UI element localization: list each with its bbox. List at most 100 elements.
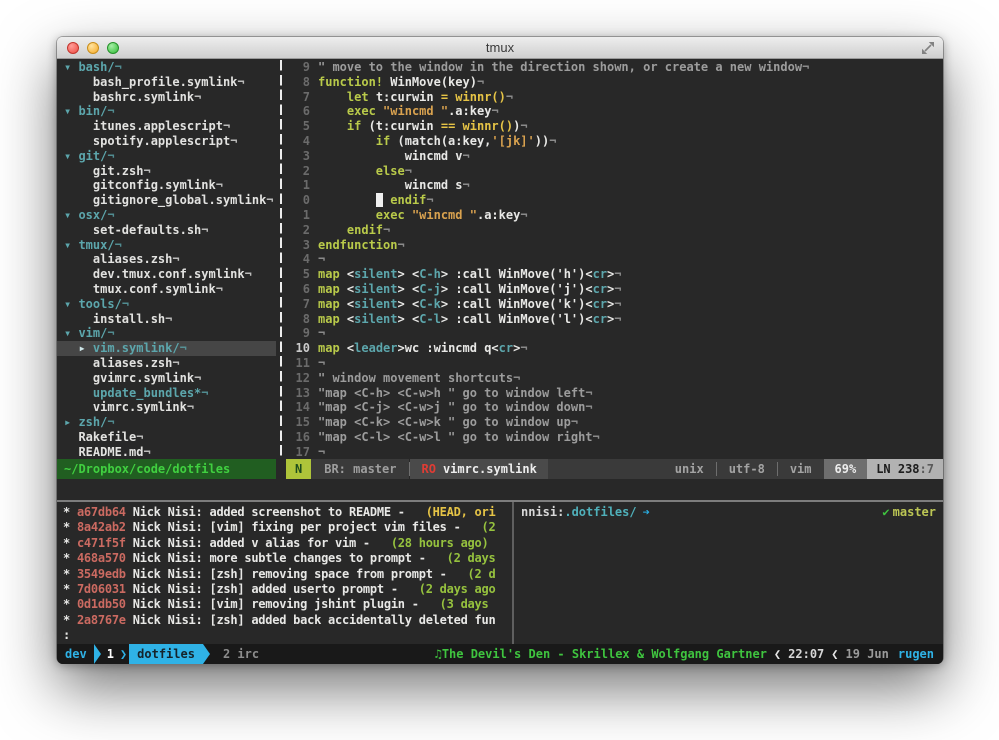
resize-icon[interactable] bbox=[921, 40, 935, 54]
close-button[interactable] bbox=[67, 42, 79, 54]
editor-line[interactable]: 4 if (match(a:key,'[jk]'))¬ bbox=[286, 134, 943, 149]
zoom-button[interactable] bbox=[107, 42, 119, 54]
indent bbox=[64, 193, 93, 207]
editor-line[interactable]: 9" move to the window in the direction s… bbox=[286, 60, 943, 75]
tree-item-file[interactable]: Rakefile¬ bbox=[57, 430, 276, 445]
editor-line[interactable]: 12" window movement shortcuts¬ bbox=[286, 371, 943, 386]
tmux-status-right: ♫The Devil's Den - Skrillex & Wolfgang G… bbox=[435, 647, 943, 661]
tree-item-file[interactable]: bashrc.symlink¬ bbox=[57, 90, 276, 105]
git-log-segment: (2 bbox=[482, 520, 496, 534]
vertical-split-separator[interactable] bbox=[276, 59, 286, 459]
git-log-segment: (3 days bbox=[440, 597, 489, 611]
tmux-window-active[interactable]: dotfiles bbox=[129, 644, 203, 664]
indent bbox=[64, 119, 93, 133]
tree-item-folder[interactable]: ▸ vim.symlink/¬ bbox=[57, 341, 276, 356]
tree-item-folder[interactable]: ▾ osx/¬ bbox=[57, 208, 276, 223]
eol-marker: ¬ bbox=[194, 90, 201, 104]
tree-item-folder[interactable]: ▾ bin/¬ bbox=[57, 104, 276, 119]
tree-item-file[interactable]: dev.tmux.conf.symlink¬ bbox=[57, 267, 276, 282]
code-segment: silent bbox=[354, 297, 397, 311]
tree-item-folder[interactable]: ▾ tmux/¬ bbox=[57, 238, 276, 253]
editor-line[interactable]: 7map <silent> <C-k> :call WinMove('k')<c… bbox=[286, 297, 943, 312]
editor-pane[interactable]: 9" move to the window in the direction s… bbox=[286, 59, 943, 459]
editor-line[interactable]: 9¬ bbox=[286, 326, 943, 341]
indent bbox=[64, 400, 93, 414]
editor-line[interactable]: 5 if (t:curwin == winnr())¬ bbox=[286, 119, 943, 134]
tree-item-file[interactable]: spotify.applescript¬ bbox=[57, 134, 276, 149]
editor-line[interactable]: 13"map <C-h> <C-w>h " go to window left¬ bbox=[286, 386, 943, 401]
editor-line[interactable]: 14"map <C-j> <C-w>j " go to window down¬ bbox=[286, 400, 943, 415]
tree-item-file[interactable]: bash_profile.symlink¬ bbox=[57, 75, 276, 90]
editor-line[interactable]: 6 exec "wincmd ".a:key¬ bbox=[286, 104, 943, 119]
tmux-window-inactive[interactable]: 2 irc bbox=[223, 647, 259, 661]
code-segment: < bbox=[340, 267, 354, 281]
editor-line[interactable]: 17¬ bbox=[286, 445, 943, 459]
git-log-segment: * bbox=[63, 582, 77, 596]
tree-item-file[interactable]: gvimrc.symlink¬ bbox=[57, 371, 276, 386]
code-segment: '[jk]' bbox=[491, 134, 534, 148]
editor-line[interactable]: 2 endif¬ bbox=[286, 223, 943, 238]
tree-item-folder[interactable]: ▾ tools/¬ bbox=[57, 297, 276, 312]
minimize-button[interactable] bbox=[87, 42, 99, 54]
editor-line[interactable]: 10map <leader>wc :wincmd q<cr>¬ bbox=[286, 341, 943, 356]
current-filename: vimrc.symlink bbox=[443, 462, 537, 476]
editor-line[interactable]: 5map <silent> <C-h> :call WinMove('h')<c… bbox=[286, 267, 943, 282]
editor-line[interactable]: 1 exec "wincmd ".a:key¬ bbox=[286, 208, 943, 223]
tree-item-file[interactable]: git.zsh¬ bbox=[57, 164, 276, 179]
editor-line[interactable]: 3 wincmd v¬ bbox=[286, 149, 943, 164]
editor-line[interactable]: 4¬ bbox=[286, 252, 943, 267]
tree-item-file[interactable]: gitconfig.symlink¬ bbox=[57, 178, 276, 193]
editor-line[interactable]: 11¬ bbox=[286, 356, 943, 371]
editor-line[interactable]: 7 let t:curwin = winnr()¬ bbox=[286, 90, 943, 105]
tree-item-file[interactable]: vimrc.symlink¬ bbox=[57, 400, 276, 415]
code-segment: < bbox=[340, 297, 354, 311]
tree-item-file[interactable]: aliases.zsh¬ bbox=[57, 252, 276, 267]
git-log-pane[interactable]: * a67db64 Nick Nisi: added screenshot to… bbox=[57, 502, 512, 644]
editor-line[interactable]: 15"map <C-k> <C-w>k " go to window up¬ bbox=[286, 415, 943, 430]
tree-item-label: gitignore_global.symlink bbox=[93, 193, 266, 207]
tree-item-file[interactable]: tmux.conf.symlink¬ bbox=[57, 282, 276, 297]
editor-line[interactable]: 16"map <C-l> <C-w>l " go to window right… bbox=[286, 430, 943, 445]
git-log-segment: Nick Nisi: [vim] removing jshint plugin … bbox=[126, 597, 440, 611]
git-log-line: * 468a570 Nick Nisi: more subtle changes… bbox=[63, 551, 512, 566]
editor-line[interactable]: 8map <silent> <C-l> :call WinMove('l')<c… bbox=[286, 312, 943, 327]
commit-hash: 0d1db50 bbox=[77, 597, 126, 611]
tmux-window-index[interactable]: 1 bbox=[101, 647, 120, 661]
eol-marker: ¬ bbox=[245, 267, 252, 281]
editor-line[interactable]: 8function! WinMove(key)¬ bbox=[286, 75, 943, 90]
tree-item-folder[interactable]: ▸ zsh/¬ bbox=[57, 415, 276, 430]
eol-marker: ¬ bbox=[165, 312, 172, 326]
editor-line[interactable]: 0 endif¬ bbox=[286, 193, 943, 208]
shell-pane[interactable]: nnisi:.dotfiles/➔ ✔master bbox=[514, 502, 943, 644]
tree-item-file[interactable]: gitignore_global.symlink¬ bbox=[57, 193, 276, 208]
editor-line[interactable]: 2 else¬ bbox=[286, 164, 943, 179]
music-note-icon: ♫ bbox=[435, 647, 442, 661]
editor-line[interactable]: 6map <silent> <C-j> :call WinMove('j')<c… bbox=[286, 282, 943, 297]
code-segment: map bbox=[318, 341, 340, 355]
tree-item-label: tmux/ bbox=[78, 238, 114, 252]
code-segment: .a:key bbox=[477, 208, 520, 222]
calendar-date: 19 Jun bbox=[846, 647, 889, 661]
tree-item-file[interactable]: set-defaults.sh¬ bbox=[57, 223, 276, 238]
file-tree[interactable]: ▾ bash/¬ bash_profile.symlink¬ bashrc.sy… bbox=[57, 59, 276, 459]
code-segment: > < bbox=[398, 312, 420, 326]
git-log-segment: Nick Nisi: [zsh] removing space from pro… bbox=[126, 567, 468, 581]
line-text: endfunction¬ bbox=[318, 238, 405, 253]
folder-arrow-icon: ▾ bbox=[64, 104, 78, 118]
tree-item-folder[interactable]: ▾ git/¬ bbox=[57, 149, 276, 164]
tree-item-folder[interactable]: ▾ bash/¬ bbox=[57, 60, 276, 75]
editor-line[interactable]: 1 wincmd s¬ bbox=[286, 178, 943, 193]
code-segment: ¬ bbox=[491, 104, 498, 118]
tree-item-file[interactable]: install.sh¬ bbox=[57, 312, 276, 327]
tree-item-file[interactable]: itunes.applescript¬ bbox=[57, 119, 276, 134]
tree-item-file[interactable]: README.md¬ bbox=[57, 445, 276, 459]
editor-line[interactable]: 3endfunction¬ bbox=[286, 238, 943, 253]
line-text: "map <C-h> <C-w>h " go to window left¬ bbox=[318, 386, 593, 401]
tree-item-folder[interactable]: ▾ vim/¬ bbox=[57, 326, 276, 341]
tree-item-file[interactable]: aliases.zsh¬ bbox=[57, 356, 276, 371]
line-number: 16 bbox=[286, 430, 318, 445]
window-titlebar[interactable]: tmux bbox=[57, 37, 943, 59]
code-segment: C-l bbox=[419, 312, 441, 326]
tree-item-file[interactable]: update_bundles*¬ bbox=[57, 386, 276, 401]
code-segment bbox=[318, 223, 347, 237]
